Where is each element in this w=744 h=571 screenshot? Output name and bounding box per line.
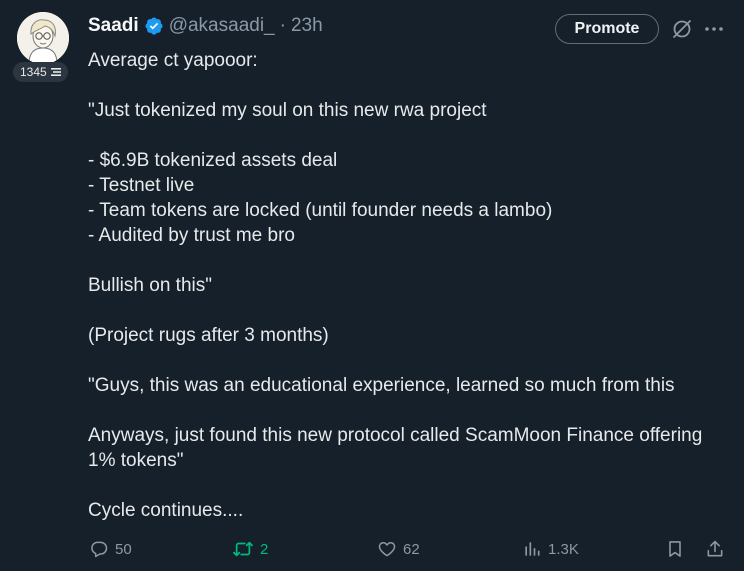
tweet-line: "Just tokenized my soul on this new rwa … <box>88 100 487 121</box>
display-name[interactable]: Saadi <box>88 15 139 37</box>
separator: · <box>279 15 286 36</box>
tweet: 1345 Saadi @akasaadi_ · 23h Promote Aver… <box>0 0 744 571</box>
tweet-line: Anyways, just found this new protocol ca… <box>88 425 703 446</box>
reply-count: 50 <box>115 540 132 558</box>
tweet-line: - Testnet live <box>88 175 195 196</box>
tweet-text: Average ct yapooor: "Just tokenized my s… <box>88 48 728 523</box>
bookmark-icon <box>669 541 681 557</box>
avatar[interactable] <box>17 12 69 64</box>
tweet-line: Bullish on this" <box>88 275 212 296</box>
handle[interactable]: @akasaadi_ <box>169 15 275 37</box>
tweet-line <box>88 123 728 148</box>
repost-count: 2 <box>260 540 269 558</box>
views-button[interactable]: 1.3K <box>522 536 579 562</box>
tweet-line <box>88 73 728 98</box>
like-button[interactable]: 62 <box>377 536 420 562</box>
tweet-line <box>88 248 728 273</box>
repost-button[interactable]: 2 <box>232 536 268 562</box>
tweet-line: Average ct yapooor: <box>88 50 258 71</box>
bookmark-button[interactable] <box>665 536 685 562</box>
tweet-header: Saadi @akasaadi_ · 23h <box>88 13 323 39</box>
reply-button[interactable]: 50 <box>89 536 132 562</box>
tweet-line: 1% tokens" <box>88 450 184 471</box>
share-button[interactable] <box>705 536 725 562</box>
score-value: 1345 <box>20 65 47 79</box>
tweet-line <box>88 398 728 423</box>
tweet-line: - Audited by trust me bro <box>88 225 295 246</box>
timestamp[interactable]: 23h <box>291 15 323 37</box>
verified-badge-icon[interactable] <box>144 16 164 36</box>
tweet-line <box>88 298 728 323</box>
tweet-line <box>88 473 728 498</box>
views-icon <box>525 542 540 556</box>
repost-icon <box>233 541 253 557</box>
tweet-line <box>88 348 728 373</box>
heart-icon <box>378 542 396 557</box>
tweet-line: (Project rugs after 3 months) <box>88 325 329 346</box>
views-count: 1.3K <box>548 540 579 558</box>
grok-icon[interactable] <box>671 18 693 40</box>
like-count: 62 <box>403 540 420 558</box>
list-icon <box>50 68 61 76</box>
more-icon[interactable] <box>703 18 725 40</box>
share-icon <box>707 540 723 557</box>
tweet-line: Cycle continues.... <box>88 500 244 521</box>
promote-button[interactable]: Promote <box>555 14 659 44</box>
action-bar: 50 2 62 1.3K <box>0 536 744 562</box>
tweet-line: - $6.9B tokenized assets deal <box>88 150 338 171</box>
avatar-illustration <box>17 12 69 64</box>
tweet-line: - Team tokens are locked (until founder … <box>88 200 553 221</box>
score-badge[interactable]: 1345 <box>13 62 68 82</box>
tweet-line: "Guys, this was an educational experienc… <box>88 375 675 396</box>
reply-icon <box>91 541 108 558</box>
